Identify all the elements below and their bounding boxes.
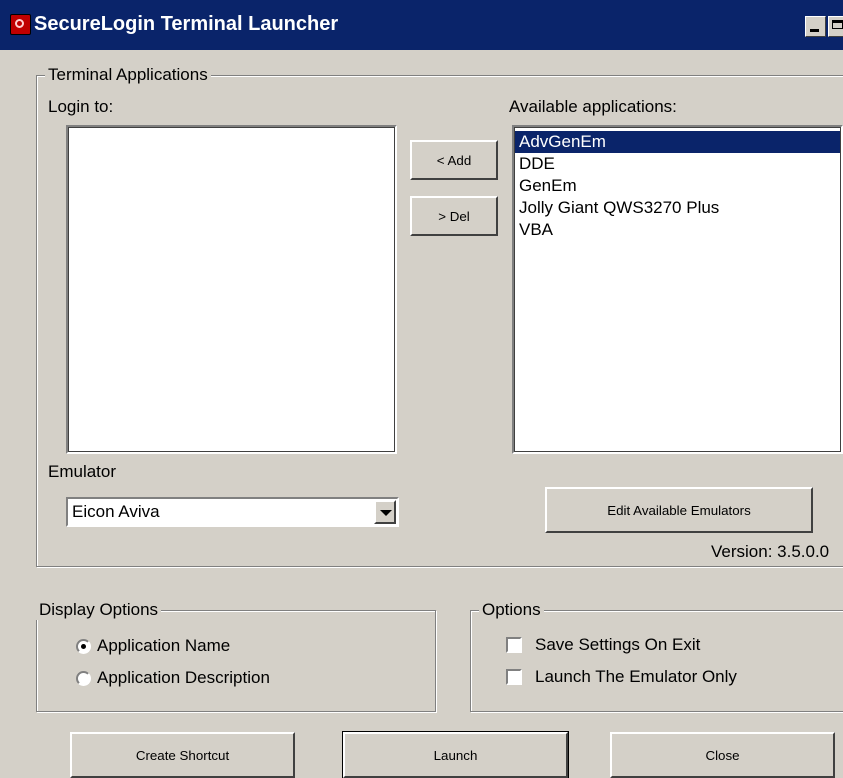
display-options-group: Display Options [36,600,436,712]
maximize-button[interactable] [828,16,843,37]
create-shortcut-button[interactable]: Create Shortcut [70,732,295,778]
minimize-button[interactable] [805,16,826,37]
emulator-value: Eicon Aviva [72,502,160,521]
emulator-combobox[interactable]: Eicon Aviva [66,497,399,527]
edit-available-emulators-button[interactable]: Edit Available Emulators [545,487,813,533]
available-application-item[interactable]: GenEm [515,175,841,197]
close-button[interactable]: Close [610,732,835,778]
window-title: SecureLogin Terminal Launcher [34,13,339,35]
options-legend: Options [479,600,544,620]
dropdown-arrow-icon[interactable] [374,500,396,524]
available-application-item[interactable]: Jolly Giant QWS3270 Plus [515,197,841,219]
available-applications-label: Available applications: [509,97,677,116]
app-icon [10,14,31,35]
terminal-applications-legend: Terminal Applications [45,65,211,85]
available-application-item[interactable]: AdvGenEm [515,131,841,153]
available-applications-listbox[interactable]: AdvGenEm DDE GenEm Jolly Giant QWS3270 Plus… [512,125,843,454]
add-button[interactable]: < Add [410,140,498,180]
display-options-legend: Display Options [36,600,162,620]
emulator-label: Emulator [48,462,117,481]
available-application-item[interactable]: DDE [515,153,841,175]
version-text: Version: 3.5.0.0 [711,542,830,561]
available-application-item[interactable]: VBA [515,219,841,241]
options-group: Options [470,600,843,712]
application-name-label[interactable]: Application Name [97,636,230,656]
del-button[interactable]: > Del [410,196,498,236]
launch-emulator-only-checkbox[interactable] [506,669,522,685]
login-to-listbox[interactable] [66,125,397,454]
launch-emulator-only-label[interactable]: Launch The Emulator Only [535,667,737,687]
application-description-radio[interactable] [76,671,91,686]
application-description-label[interactable]: Application Description [97,668,270,688]
login-to-label: Login to: [48,97,114,116]
save-settings-checkbox[interactable] [506,637,522,653]
application-name-radio[interactable] [76,639,91,654]
title-bar: SecureLogin Terminal Launcher [0,0,843,50]
launch-button[interactable]: Launch [342,731,569,778]
save-settings-label[interactable]: Save Settings On Exit [535,635,700,655]
